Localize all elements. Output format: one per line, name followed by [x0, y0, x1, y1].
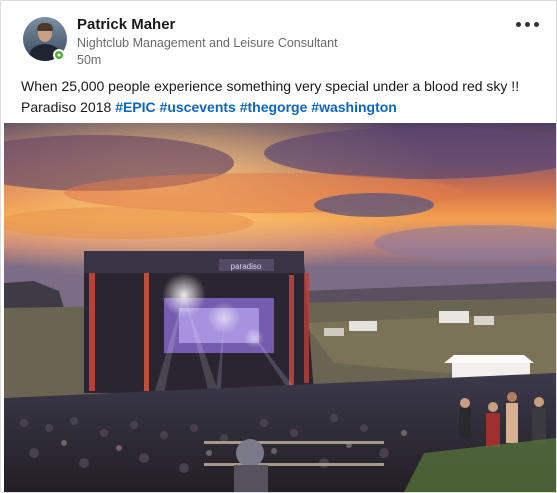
concert-photo: paradiso	[4, 123, 556, 492]
hashtag-uscevents[interactable]: #uscevents	[160, 99, 236, 115]
hashtag-epic[interactable]: #EPIC	[115, 99, 155, 115]
online-status-icon	[55, 51, 63, 59]
presence-indicator	[53, 49, 65, 61]
avatar-hair	[37, 23, 53, 31]
more-icon-dot	[516, 22, 521, 27]
hashtag-washington[interactable]: #washington	[311, 99, 397, 115]
author-name[interactable]: Patrick Maher	[77, 16, 175, 33]
feed-post-card: Patrick Maher Nightclub Management and L…	[0, 0, 557, 493]
more-options-button[interactable]	[512, 13, 544, 37]
dark-cloud	[314, 193, 434, 217]
costume-head	[236, 439, 264, 467]
more-icon-dot	[534, 22, 539, 27]
post-header: Patrick Maher Nightclub Management and L…	[1, 1, 556, 67]
post-body: When 25,000 people experience something …	[21, 76, 551, 118]
post-text-event: Paradiso 2018	[21, 99, 112, 115]
author-headline: Nightclub Management and Leisure Consult…	[77, 36, 338, 50]
post-text-line-1: When 25,000 people experience something …	[21, 78, 520, 94]
stage-sign: paradiso	[231, 262, 262, 271]
post-timestamp: 50m	[77, 53, 102, 67]
more-icon-dot	[525, 22, 530, 27]
post-text-line-2: Paradiso 2018 #EPIC #uscevents #thegorge…	[21, 97, 551, 118]
post-image[interactable]: paradiso	[4, 123, 556, 492]
hashtag-thegorge[interactable]: #thegorge	[240, 99, 308, 115]
